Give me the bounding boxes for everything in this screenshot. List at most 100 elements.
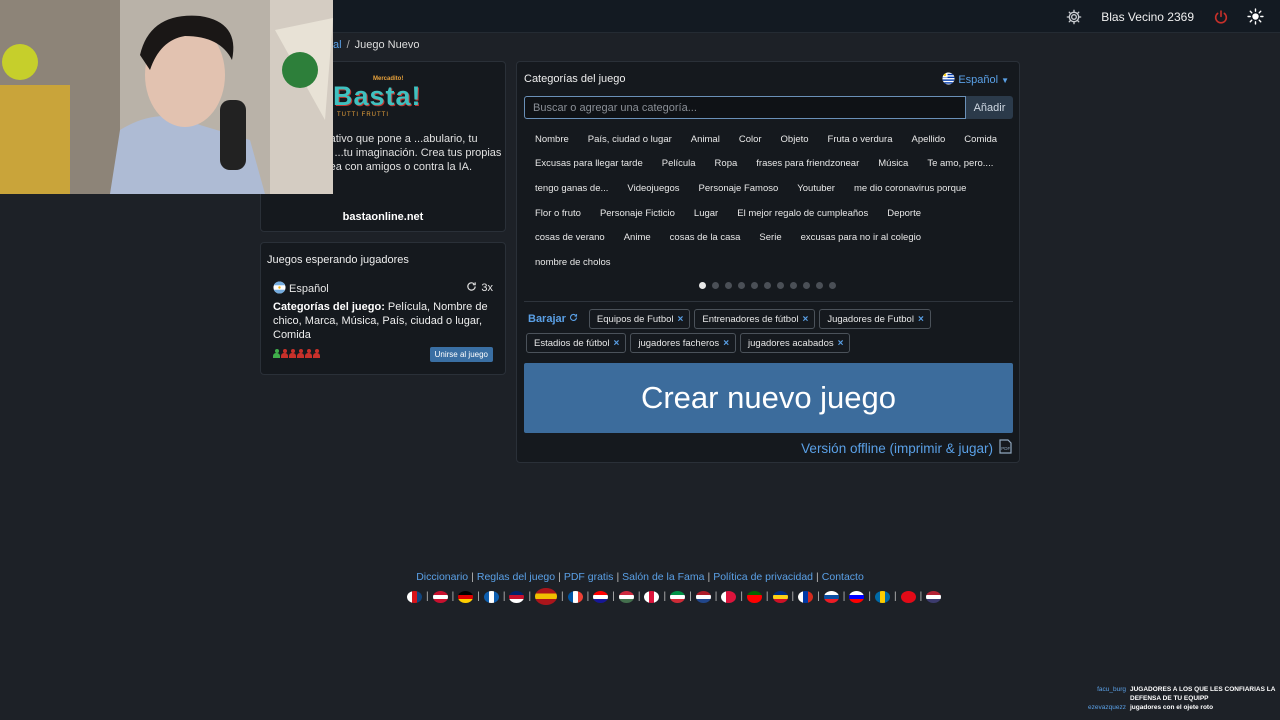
language-flag-icon[interactable] [509,590,525,603]
category-suggestion[interactable]: Película [652,155,705,175]
refresh-icon [569,313,578,325]
language-flag-icon[interactable] [721,590,737,603]
pagination-dot[interactable] [699,282,706,289]
category-suggestion[interactable]: nombre de cholos [525,253,620,273]
chat-text: jugadores con el ojete roto [1130,704,1214,711]
remove-category-icon[interactable]: × [614,338,620,349]
sun-icon[interactable] [1242,4,1268,30]
category-suggestion[interactable]: Serie [749,228,790,248]
category-suggestion[interactable]: País, ciudad o lugar [578,130,681,150]
language-flag-icon[interactable] [407,590,422,603]
category-suggestion[interactable]: Comida [954,130,1006,150]
category-suggestion[interactable]: cosas de la casa [660,228,750,248]
language-flag-icon[interactable] [772,590,788,603]
pagination-dot[interactable] [803,282,810,289]
category-suggestion[interactable]: Lugar [684,204,727,224]
flag-separator: | [426,591,429,602]
language-flag-icon[interactable] [798,590,814,603]
language-flag-icon[interactable] [695,590,711,603]
category-suggestion[interactable]: Apellido [901,130,954,150]
language-dropdown[interactable]: Español ▼ [942,72,1009,88]
offline-version-link[interactable]: Versión offline (imprimir & jugar) PDF [801,439,1012,457]
footer-link[interactable]: Política de privacidad [713,571,813,583]
shuffle-button[interactable]: Barajar [528,313,578,325]
category-suggestion[interactable]: Objeto [771,130,818,150]
category-suggestion[interactable]: excusas para no ir al colegio [791,228,930,248]
language-flag-icon[interactable] [432,590,448,603]
category-suggestion[interactable]: Fruta o verdura [818,130,902,150]
pagination-dot[interactable] [829,282,836,289]
remove-category-icon[interactable]: × [918,314,924,325]
category-suggestion[interactable]: El mejor regalo de cumpleaños [727,204,877,224]
divider [524,301,1013,302]
category-suggestion[interactable]: Te amo, pero.... [917,155,1002,175]
remove-category-icon[interactable]: × [723,338,729,349]
add-category-button[interactable]: Añadir [966,96,1013,119]
category-suggestion[interactable]: Youtuber [787,179,844,199]
pagination-dot[interactable] [751,282,758,289]
language-flag-icon[interactable] [618,590,634,603]
language-flag-icon[interactable] [926,590,942,603]
language-flag-icon[interactable] [823,590,839,603]
category-suggestion[interactable]: frases para friendzonear [746,155,868,175]
remove-category-icon[interactable]: × [678,314,684,325]
gear-icon[interactable] [1061,4,1087,30]
remove-category-icon[interactable]: × [838,338,844,349]
category-suggestion[interactable]: Anime [614,228,660,248]
flag-separator: | [561,591,564,602]
create-game-button[interactable]: Crear nuevo juego [524,363,1013,433]
category-suggestion[interactable]: Ropa [705,155,747,175]
category-suggestion[interactable]: tengo ganas de... [525,179,617,199]
category-suggestion[interactable]: Personaje Famoso [689,179,788,199]
breadcrumb-parent-link[interactable]: al [333,39,342,51]
language-flag-icon[interactable] [746,590,762,603]
category-search-input[interactable] [524,96,966,119]
category-suggestion[interactable]: Deporte [877,204,930,224]
category-suggestion[interactable]: Personaje Ficticio [590,204,684,224]
pagination-dot[interactable] [725,282,732,289]
language-flag-icon[interactable] [849,590,865,603]
flag-separator: | [502,591,506,602]
flag-separator: | [919,591,923,602]
language-flag-icon[interactable] [593,590,609,603]
pagination-dot[interactable] [790,282,797,289]
language-flag-icon[interactable] [483,590,499,603]
pagination-dot[interactable] [816,282,823,289]
language-flag-icon[interactable] [644,590,660,603]
language-flag-icon[interactable] [535,588,558,605]
footer-link[interactable]: Reglas del juego [477,571,555,583]
category-suggestion[interactable]: Videojuegos [617,179,688,199]
flag-separator: | [893,591,897,602]
footer-link[interactable]: Contacto [822,571,864,583]
footer-link[interactable]: PDF gratis [564,571,614,583]
language-flag-icon[interactable] [900,590,916,603]
category-suggestion[interactable]: Animal [681,130,729,150]
category-suggestion[interactable]: me dio coronavirus porque [844,179,975,199]
language-flag-icon[interactable] [874,590,890,603]
remove-category-icon[interactable]: × [802,314,808,325]
player-slot-icon [313,349,320,358]
category-suggestion[interactable]: Nombre [525,130,578,150]
category-suggestion[interactable]: Música [868,155,917,175]
category-suggestion[interactable]: cosas de verano [525,228,614,248]
selected-category-chip: Equipos de Futbol × [588,309,691,329]
footer-link[interactable]: Salón de la Fama [622,571,704,583]
pagination-dot[interactable] [777,282,784,289]
category-suggestion[interactable]: Excusas para llegar tarde [525,155,652,175]
pagination-dot[interactable] [738,282,745,289]
pagination-dot[interactable] [712,282,719,289]
user-name-link[interactable]: Blas Vecino 2369 [1101,10,1194,24]
join-game-button[interactable]: Unirse al juego [429,347,493,362]
category-suggestion[interactable]: Flor o fruto [525,204,590,224]
game-rounds: 3x [466,281,493,295]
pagination-dot[interactable] [764,282,771,289]
selected-category-label: Entrenadores de fútbol [702,313,799,325]
power-icon[interactable] [1208,4,1234,30]
language-flag-icon[interactable] [670,590,686,603]
logo-main-text: Basta! [333,81,422,111]
language-flag-icon[interactable] [458,590,474,603]
language-flag-icon[interactable] [567,590,583,603]
footer-link[interactable]: Diccionario [416,571,468,583]
flag-separator: | [477,591,480,602]
category-suggestion[interactable]: Color [729,130,771,150]
